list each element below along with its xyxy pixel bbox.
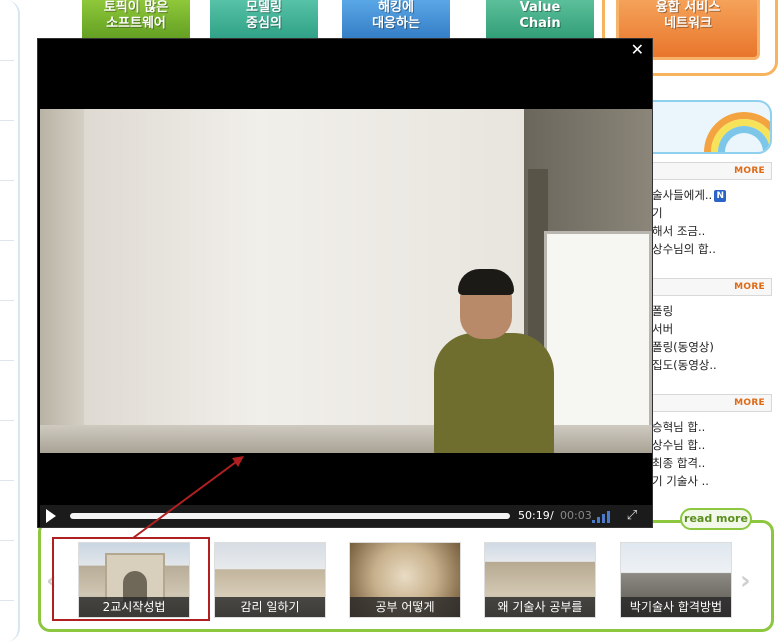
seek-bar[interactable]: [70, 513, 510, 519]
section-header-1: MORE: [652, 162, 772, 180]
divider: [0, 600, 14, 601]
banner-text: 네트워크: [664, 16, 712, 31]
thumbnail-caption: 감리 일하기: [215, 597, 325, 617]
list-item[interactable]: 서버: [652, 320, 776, 338]
divider: [0, 480, 14, 481]
divider: [0, 240, 14, 241]
more-link[interactable]: MORE: [734, 282, 765, 292]
list-item[interactable]: 집도(동영상..: [652, 356, 776, 374]
list-item-text: 술사들에게..: [652, 188, 713, 202]
video-thumbnail[interactable]: 공부 어떻게: [349, 542, 461, 618]
time-separator: /: [550, 509, 554, 522]
section-header-2: MORE: [652, 278, 772, 296]
volume-bar: [592, 520, 595, 523]
divider: [0, 60, 14, 61]
volume-bar: [602, 514, 605, 523]
presenter-figure: [458, 269, 514, 295]
thumbnail-caption: 왜 기술사 공부를: [485, 597, 595, 617]
divider: [0, 120, 14, 121]
next-arrow-icon[interactable]: ›: [740, 566, 751, 596]
divider: [0, 360, 14, 361]
thumbnail-caption: 박기술사 합격방법: [621, 597, 731, 617]
list-item[interactable]: 기 기술사 ..: [652, 472, 776, 490]
player-controls: 50:19 / 00:03 ⤢: [40, 505, 652, 527]
divider: [0, 540, 14, 541]
rainbow-banner[interactable]: [652, 100, 772, 154]
thumbnail-highlight-box: [52, 537, 210, 621]
banner-text: 대응하는: [372, 16, 420, 31]
banner-text: 융합 서비스: [655, 0, 721, 15]
time-total: 00:03: [560, 509, 592, 522]
banner-text: Chain: [519, 16, 561, 31]
video-scene: [544, 231, 652, 453]
presenter-figure: [434, 333, 554, 453]
volume-icon[interactable]: [592, 509, 614, 523]
video-scene: [40, 109, 84, 453]
new-badge: N: [714, 189, 727, 202]
video-thumbnail[interactable]: 왜 기술사 공부를: [484, 542, 596, 618]
banner-text: Value: [519, 0, 561, 15]
banner-text: 해킹에: [378, 0, 414, 15]
list-item[interactable]: 폴링: [652, 302, 776, 320]
more-link[interactable]: MORE: [734, 166, 765, 176]
video-thumbnail[interactable]: 박기술사 합격방법: [620, 542, 732, 618]
list-item[interactable]: 해서 조금..: [652, 222, 776, 240]
thumbnail-caption: 공부 어떻게: [350, 597, 460, 617]
list-item[interactable]: 폴링(동영상): [652, 338, 776, 356]
banner-text: 중심의: [246, 16, 282, 31]
more-link[interactable]: MORE: [734, 398, 765, 408]
banner-text: 모델링: [246, 0, 282, 15]
banner-text: 토픽이 많은: [103, 0, 169, 15]
fullscreen-icon[interactable]: ⤢: [624, 508, 640, 524]
divider: [0, 300, 14, 301]
list-item[interactable]: 상수님의 합..: [652, 240, 776, 258]
time-current: 50:19: [518, 509, 550, 522]
play-icon[interactable]: [46, 509, 56, 523]
divider: [0, 420, 14, 421]
read-more-button[interactable]: read more: [680, 508, 752, 530]
list-item[interactable]: 승혁님 합..: [652, 418, 776, 436]
close-icon[interactable]: ✕: [631, 41, 644, 59]
video-frame[interactable]: [40, 109, 652, 453]
left-sidebar-strip: [0, 0, 20, 642]
video-player-modal: ✕ 50:19 / 00:03 ⤢: [37, 38, 653, 528]
list-item[interactable]: 최종 합격..: [652, 454, 776, 472]
volume-bar: [607, 511, 610, 523]
divider: [0, 180, 14, 181]
list-item[interactable]: 상수님 합..: [652, 436, 776, 454]
video-scene: [40, 425, 652, 453]
list-item[interactable]: 술사들에게.. N: [652, 186, 776, 204]
section-header-3: MORE: [652, 394, 772, 412]
list-item[interactable]: 기: [652, 204, 776, 222]
video-thumbnail[interactable]: 감리 일하기: [214, 542, 326, 618]
right-column: MORE 술사들에게.. N 기 해서 조금.. 상수님의 합.. MORE 폴링…: [652, 96, 778, 516]
banner-text: 소프트웨어: [106, 16, 166, 31]
volume-bar: [597, 517, 600, 523]
